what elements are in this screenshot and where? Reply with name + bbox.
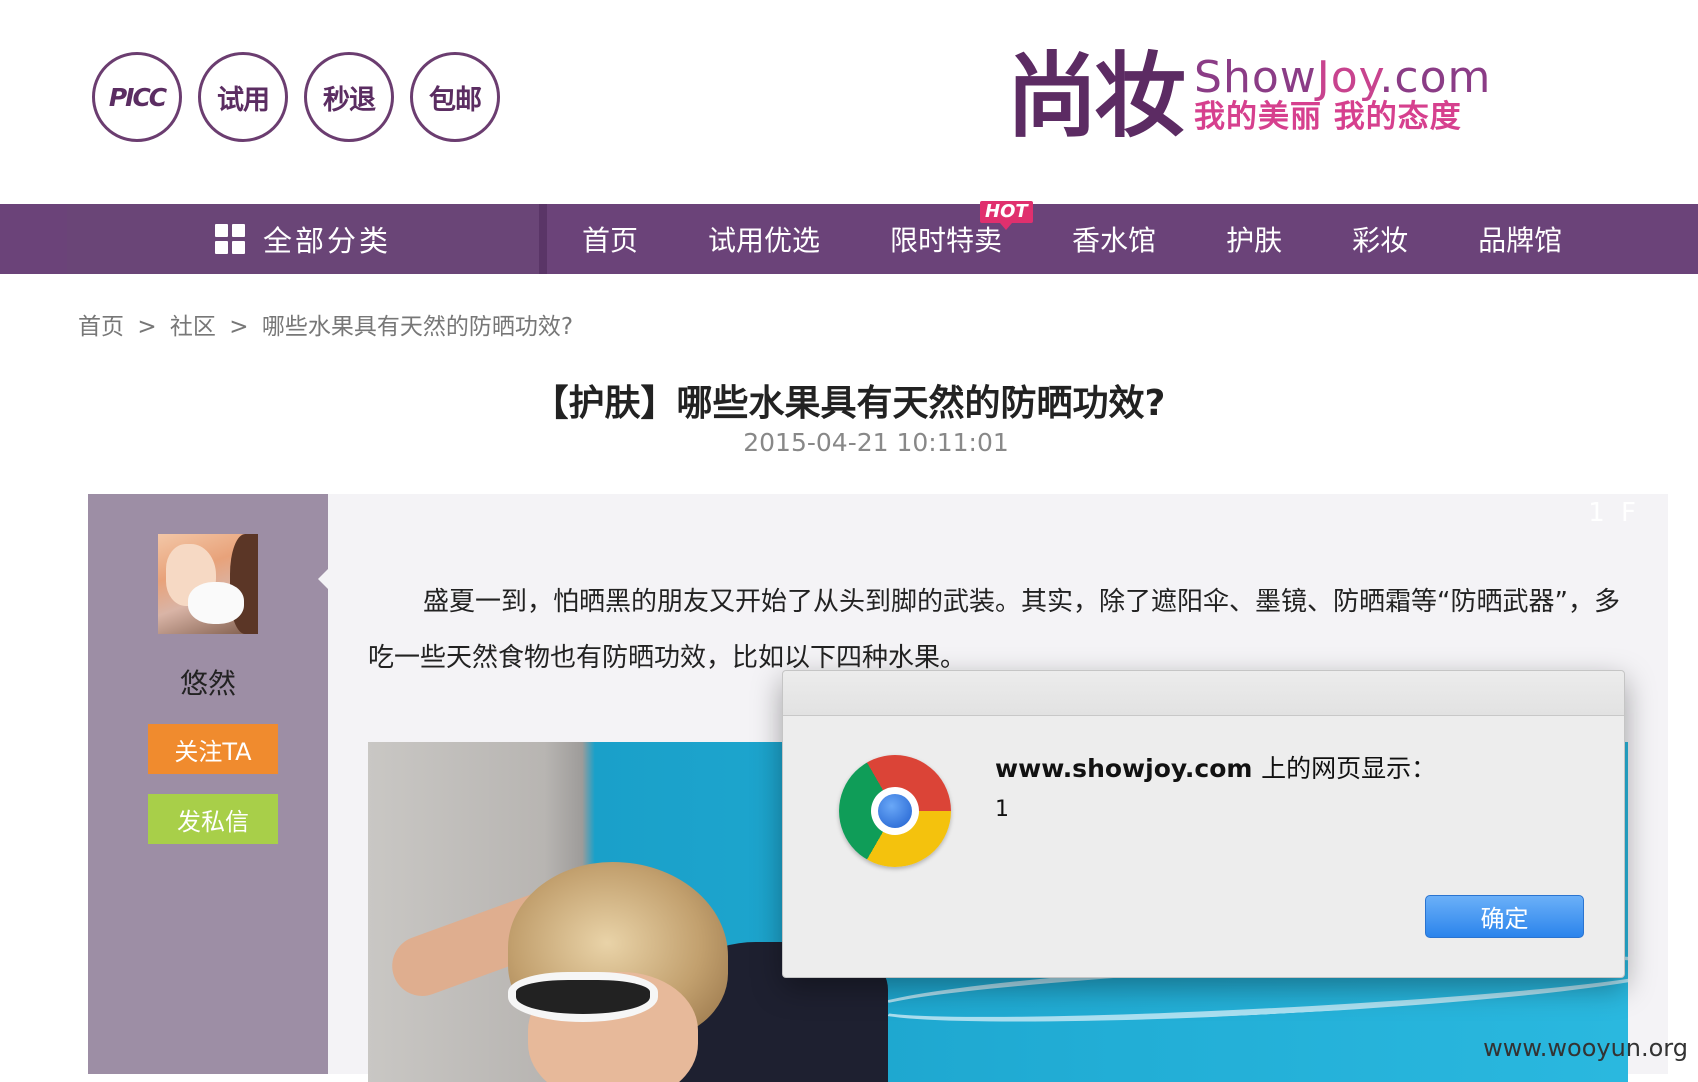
breadcrumb-current: 哪些水果具有天然的防晒功效? <box>261 314 574 340</box>
site-logo[interactable]: 尚妆 ShowJoy.com 我的美丽 我的态度 <box>1006 46 1491 146</box>
all-categories-label: 全部分类 <box>262 224 391 258</box>
sidebar-pointer <box>318 566 331 592</box>
logo-slogan: 我的美丽 我的态度 <box>1194 99 1462 136</box>
ok-button[interactable]: 确定 <box>1425 895 1584 938</box>
breadcrumb: 首页 > 社区 > 哪些水果具有天然的防晒功效? <box>78 307 579 341</box>
author-name[interactable]: 悠然 <box>88 662 328 702</box>
nav-item-perfume[interactable]: 香水馆 <box>1072 219 1156 259</box>
post-date: 2015-04-21 10:11:01 <box>743 428 1009 457</box>
hot-badge: HOT <box>980 201 1033 230</box>
follow-button[interactable]: 关注TA <box>148 724 278 774</box>
avatar[interactable] <box>158 534 258 634</box>
main-nav: 全部分类 首页 试用优选 限时特卖 HOT 香水馆 护肤 彩妆 品牌馆 <box>0 201 1698 274</box>
site-header: PICC 试用 秒退 包邮 尚妆 ShowJoy.com 我的美丽 我的态度 <box>0 0 1698 204</box>
nav-item-skincare[interactable]: 护肤 <box>1226 219 1282 259</box>
nav-item-brands[interactable]: 品牌馆 <box>1478 219 1562 259</box>
dialog-message: 1 <box>995 797 1009 822</box>
alert-dialog: www.showjoy.com 上的网页显示： 1 确定 <box>782 670 1625 978</box>
breadcrumb-separator: > <box>229 314 249 340</box>
breadcrumb-community[interactable]: 社区 <box>170 314 216 340</box>
breadcrumb-home[interactable]: 首页 <box>78 314 124 340</box>
breadcrumb-separator: > <box>137 314 157 340</box>
logo-english: ShowJoy.com <box>1194 52 1492 104</box>
grid-icon <box>214 224 245 254</box>
post-title: 【护肤】哪些水果具有天然的防晒功效? <box>532 383 1166 424</box>
nav-item-trial[interactable]: 试用优选 <box>708 219 820 259</box>
author-sidebar: 悠然 关注TA 发私信 <box>88 494 328 1074</box>
nav-item-home[interactable]: 首页 <box>582 219 638 259</box>
floor-number: 1 F <box>1588 498 1640 528</box>
nav-items: 首页 试用优选 限时特卖 HOT 香水馆 护肤 彩妆 品牌馆 <box>547 201 1597 274</box>
nav-item-makeup[interactable]: 彩妆 <box>1352 219 1408 259</box>
dialog-titlebar[interactable] <box>783 671 1624 716</box>
all-categories-button[interactable]: 全部分类 <box>67 204 547 274</box>
free-shipping-badge[interactable]: 包邮 <box>410 52 500 142</box>
service-badges: PICC 试用 秒退 包邮 <box>92 52 500 142</box>
dialog-heading: www.showjoy.com 上的网页显示： <box>995 749 1436 785</box>
dialog-heading-suffix: 上的网页显示： <box>1261 754 1437 783</box>
logo-chinese: 尚妆 <box>1006 42 1186 150</box>
chrome-icon <box>839 755 951 867</box>
instant-refund-badge[interactable]: 秒退 <box>304 52 394 142</box>
watermark: www.wooyun.org <box>1483 1034 1688 1062</box>
trial-badge[interactable]: 试用 <box>198 52 288 142</box>
picc-badge[interactable]: PICC <box>92 52 182 142</box>
dialog-site: www.showjoy.com <box>995 754 1253 783</box>
nav-item-flash-sale[interactable]: 限时特卖 HOT <box>890 201 1033 259</box>
private-message-button[interactable]: 发私信 <box>148 794 278 844</box>
